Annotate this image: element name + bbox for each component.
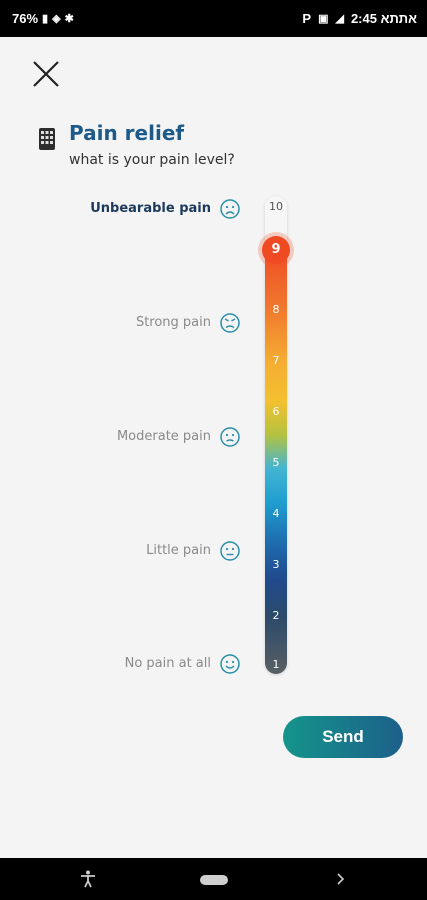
scale-number-8[interactable]: 8	[265, 303, 287, 316]
scale-number-2[interactable]: 2	[265, 609, 287, 622]
page-subtitle: what is your pain level?	[69, 152, 235, 168]
close-icon[interactable]	[30, 58, 64, 92]
status-right: P ▣ ◢ אתתא 2:45	[302, 11, 417, 26]
pain-label-moderate[interactable]: Moderate pain	[117, 429, 211, 444]
parking-icon: P	[302, 11, 312, 26]
battery-percent: 76%	[12, 11, 39, 26]
scale-number-3[interactable]: 3	[265, 558, 287, 571]
bluetooth-icon: ✱	[64, 13, 74, 25]
home-pill[interactable]	[200, 875, 228, 885]
selected-level-knob[interactable]: 9	[262, 236, 290, 264]
phone-grid-icon	[39, 128, 55, 150]
battery-icon: ▮	[42, 13, 49, 25]
status-left: 76% ▮ ◈ ✱	[12, 11, 74, 26]
page-title: Pain relief	[69, 121, 185, 145]
status-time: אתתא 2:45	[350, 11, 417, 26]
chevron-right-icon[interactable]	[334, 869, 348, 889]
pain-label-strong[interactable]: Strong pain	[136, 315, 211, 330]
neutral-face-icon[interactable]	[219, 540, 241, 562]
pain-label-little[interactable]: Little pain	[146, 543, 211, 558]
wifi-icon: ◈	[52, 13, 61, 25]
angry-face-icon[interactable]	[219, 312, 241, 334]
frown-face-icon[interactable]	[219, 426, 241, 448]
status-bar: 76% ▮ ◈ ✱ P ▣ ◢ אתתא 2:45	[0, 0, 427, 37]
signal-icon: ◢	[335, 13, 344, 25]
send-button[interactable]: Send	[283, 716, 403, 758]
scale-number-1[interactable]: 1	[265, 658, 287, 671]
smile-face-icon[interactable]	[219, 653, 241, 675]
scale-number-4[interactable]: 4	[265, 507, 287, 520]
scale-number-7[interactable]: 7	[265, 354, 287, 367]
scale-number-5[interactable]: 5	[265, 456, 287, 469]
scale-number-6[interactable]: 6	[265, 405, 287, 418]
sad-face-icon[interactable]	[219, 198, 241, 220]
pain-label-unbearable[interactable]: Unbearable pain	[90, 201, 211, 216]
pain-label-none[interactable]: No pain at all	[125, 656, 211, 671]
accessibility-icon[interactable]	[78, 869, 98, 889]
navigation-bar	[0, 858, 427, 900]
scale-number-10[interactable]: 10	[265, 200, 287, 213]
vibrate-icon: ▣	[318, 13, 329, 25]
pain-scale-slider[interactable]	[265, 196, 287, 674]
